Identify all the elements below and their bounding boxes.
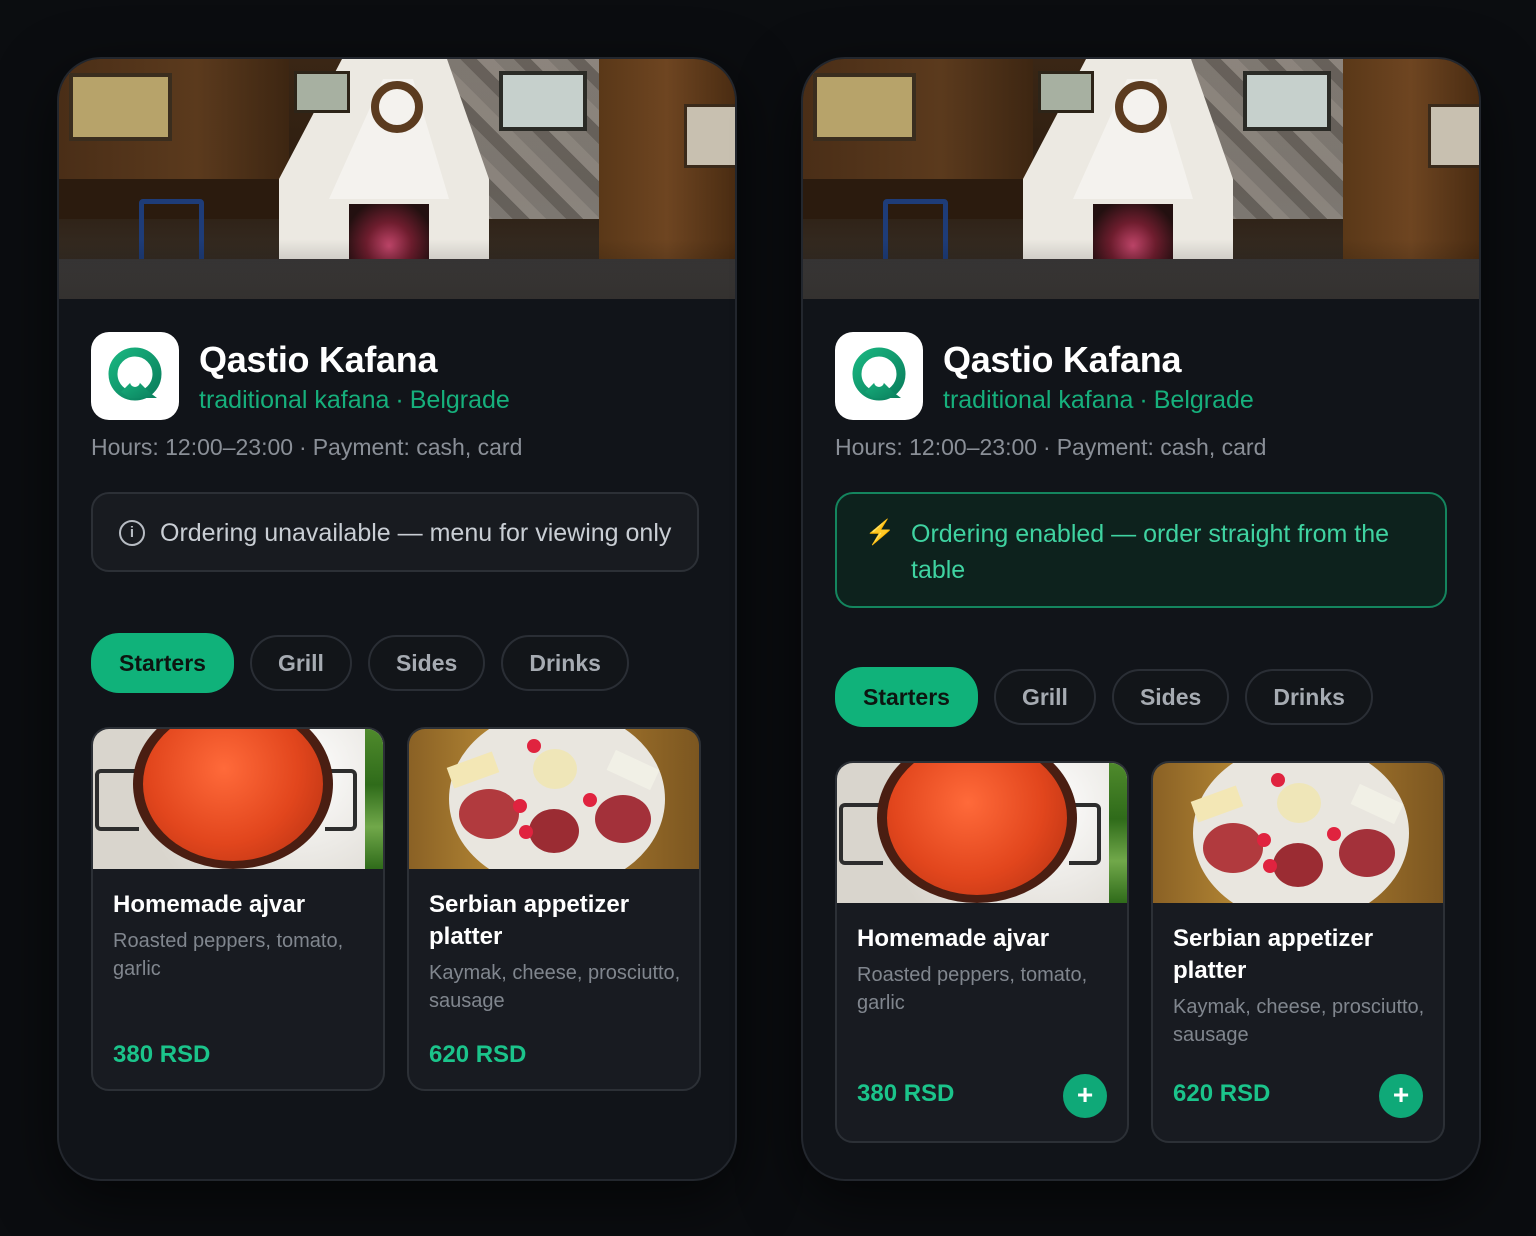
menu-screen-ordering-disabled: Qastio Kafana traditional kafana · Belgrad…: [57, 57, 737, 1181]
ordering-status-banner: ⚡ Ordering enabled — order straight from…: [835, 492, 1447, 608]
restaurant-subtitle: traditional kafana · Belgrade: [943, 386, 1254, 415]
tab-sides[interactable]: Sides: [367, 635, 486, 691]
hours-text: Hours: 12:00–23:00: [835, 434, 1038, 460]
restaurant-city: Belgrade: [409, 386, 510, 414]
separator: ·: [395, 386, 404, 414]
item-title: Serbian appetizer platter: [429, 891, 630, 950]
tab-drinks[interactable]: Drinks: [1245, 669, 1373, 725]
restaurant-type: traditional kafana: [199, 386, 390, 414]
item-description: Kaymak, cheese, prosciutto, sausage: [1173, 996, 1425, 1046]
item-title: Serbian appetizer platter: [1173, 925, 1374, 984]
restaurant-meta: Hours: 12:00–23:00 · Payment: cash, card: [835, 434, 1266, 461]
payment-text: Payment: cash, card: [1056, 434, 1267, 460]
add-to-order-button[interactable]: +: [1379, 1074, 1423, 1118]
item-photo: [837, 763, 1127, 903]
add-to-order-button[interactable]: +: [1063, 1074, 1107, 1118]
item-price: 380 RSD: [113, 1041, 211, 1068]
separator: ·: [1043, 434, 1051, 460]
restaurant-city: Belgrade: [1153, 386, 1254, 414]
tab-sides[interactable]: Sides: [1111, 669, 1230, 725]
restaurant-logo: [91, 332, 179, 420]
restaurant-name: Qastio Kafana: [943, 339, 1182, 380]
item-description: Roasted peppers, tomato, garlic: [857, 964, 1088, 1014]
restaurant-meta: Hours: 12:00–23:00 · Payment: cash, card: [91, 434, 522, 461]
menu-item-card[interactable]: Serbian appetizer platter Kaymak, cheese…: [1151, 761, 1445, 1143]
tab-grill[interactable]: Grill: [993, 669, 1096, 725]
item-description: Kaymak, cheese, prosciutto, sausage: [429, 962, 681, 1012]
restaurant-type: traditional kafana: [943, 386, 1134, 414]
payment-text: Payment: cash, card: [312, 434, 523, 460]
restaurant-name: Qastio Kafana: [199, 339, 438, 380]
menu-item-card[interactable]: Serbian appetizer platter Kaymak, cheese…: [407, 727, 701, 1091]
category-tabs: Starters Grill Sides Drinks: [835, 667, 1373, 727]
separator: ·: [1139, 386, 1148, 414]
lightning-icon: ⚡: [865, 519, 895, 546]
tab-starters[interactable]: Starters: [835, 667, 978, 727]
hours-text: Hours: 12:00–23:00: [91, 434, 294, 460]
restaurant-hero-photo: [803, 59, 1479, 299]
tab-starters[interactable]: Starters: [91, 633, 234, 693]
menu-item-card[interactable]: Homemade ajvar Roasted peppers, tomato, …: [835, 761, 1129, 1143]
menu-item-card[interactable]: Homemade ajvar Roasted peppers, tomato, …: [91, 727, 385, 1091]
restaurant-logo: [835, 332, 923, 420]
category-tabs: Starters Grill Sides Drinks: [91, 633, 629, 693]
item-photo: [1153, 763, 1443, 903]
restaurant-subtitle: traditional kafana · Belgrade: [199, 386, 510, 415]
tab-drinks[interactable]: Drinks: [501, 635, 629, 691]
item-title: Homemade ajvar: [113, 891, 306, 918]
item-photo: [409, 729, 699, 869]
info-icon: i: [119, 520, 145, 546]
ordering-status-banner: i Ordering unavailable — menu for viewin…: [91, 492, 699, 572]
item-description: Roasted peppers, tomato, garlic: [113, 930, 344, 980]
item-price: 620 RSD: [429, 1041, 527, 1068]
item-title: Homemade ajvar: [857, 925, 1050, 952]
separator: ·: [299, 434, 307, 460]
item-price: 620 RSD: [1173, 1080, 1271, 1107]
ordering-status-text: Ordering enabled — order straight from t…: [911, 520, 1390, 584]
item-price: 380 RSD: [857, 1080, 955, 1107]
tab-grill[interactable]: Grill: [249, 635, 352, 691]
menu-screen-ordering-enabled: Qastio Kafana traditional kafana · Belgrad…: [801, 57, 1481, 1181]
item-photo: [93, 729, 383, 869]
restaurant-hero-photo: [59, 59, 735, 299]
ordering-status-text: Ordering unavailable — menu for viewing …: [160, 519, 672, 547]
